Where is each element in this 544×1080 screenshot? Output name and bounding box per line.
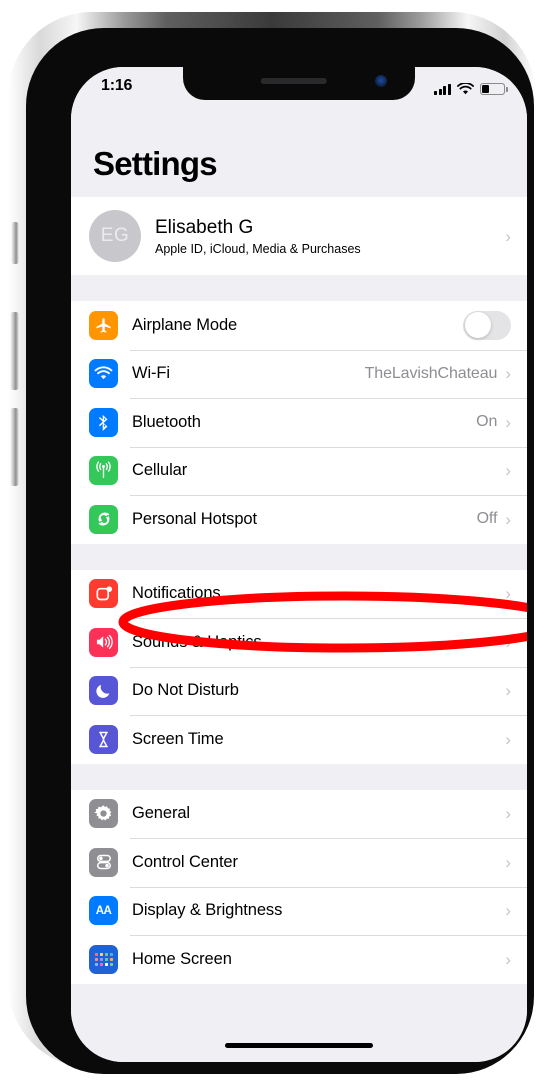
chevron-right-icon: › — [505, 632, 511, 652]
app-grid-icon — [89, 944, 118, 974]
account-text: Elisabeth G Apple ID, iCloud, Media & Pu… — [155, 216, 491, 256]
chevron-right-icon: › — [505, 729, 511, 749]
device-bezel: Settings EG Elisabeth G Apple ID, iCloud… — [26, 28, 534, 1074]
chevron-right-icon: › — [505, 901, 511, 921]
chevron-right-icon: › — [505, 461, 511, 481]
hourglass-icon — [89, 724, 118, 754]
front-camera-icon — [375, 75, 387, 87]
notifications-icon — [89, 579, 118, 609]
chevron-right-icon: › — [505, 584, 511, 604]
connectivity-group: Airplane Mode Wi-Fi TheLavishChateau › Bluet… — [71, 301, 527, 544]
cellular-icon — [89, 456, 118, 486]
apple-id-account-row[interactable]: EG Elisabeth G Apple ID, iCloud, Media &… — [71, 197, 527, 275]
account-group: EG Elisabeth G Apple ID, iCloud, Media &… — [71, 197, 527, 275]
airplane-mode-toggle[interactable] — [463, 310, 511, 340]
settings-scroll-view[interactable]: Settings EG Elisabeth G Apple ID, iCloud… — [71, 67, 527, 1062]
airplane-icon — [89, 310, 118, 340]
row-label: Screen Time — [132, 729, 224, 748]
section-gap — [71, 543, 527, 570]
row-value: Off — [476, 510, 498, 528]
row-value: TheLavishChateau — [364, 364, 498, 382]
row-label: Do Not Disturb — [132, 681, 239, 700]
earpiece-speaker — [260, 78, 327, 84]
row-value: On — [476, 413, 498, 431]
settings-row-bluetooth[interactable]: Bluetooth On › — [71, 398, 527, 447]
row-label: General — [132, 804, 191, 823]
hotspot-icon — [89, 504, 118, 534]
chevron-right-icon: › — [505, 226, 511, 246]
bluetooth-icon — [89, 407, 118, 437]
settings-row-home-screen[interactable]: Home Screen › — [71, 935, 527, 984]
row-label: Cellular — [132, 461, 188, 480]
row-label: Wi-Fi — [132, 364, 170, 383]
chevron-right-icon: › — [505, 804, 511, 824]
row-label: Bluetooth — [132, 412, 201, 431]
volume-down-button[interactable] — [10, 408, 19, 486]
sliders-icon — [89, 847, 118, 877]
settings-row-display-brightness[interactable]: AA Display & Brightness › — [71, 886, 527, 935]
settings-row-screen-time[interactable]: Screen Time › — [71, 715, 527, 764]
settings-row-airplane-mode[interactable]: Airplane Mode — [71, 301, 527, 350]
settings-row-general[interactable]: General › — [71, 789, 527, 838]
toggle-knob — [464, 312, 491, 339]
chevron-right-icon: › — [505, 852, 511, 872]
row-label: Sounds & Haptics — [132, 632, 262, 651]
alerts-group: Notifications › Sounds & Haptics › Do Not Di… — [71, 569, 527, 764]
chevron-right-icon: › — [505, 509, 511, 529]
moon-icon — [89, 676, 118, 706]
chevron-right-icon: › — [505, 681, 511, 701]
device-frame: Settings EG Elisabeth G Apple ID, iCloud… — [8, 12, 536, 1074]
system-group: General › Control Center › AA Display & Brigh… — [71, 789, 527, 984]
chevron-right-icon: › — [505, 949, 511, 969]
home-indicator[interactable] — [225, 1043, 373, 1048]
account-name: Elisabeth G — [155, 217, 254, 239]
wifi-icon — [89, 359, 118, 389]
volume-up-button[interactable] — [10, 312, 19, 390]
row-label: Personal Hotspot — [132, 509, 257, 528]
avatar: EG — [89, 210, 141, 262]
row-label: Home Screen — [132, 949, 232, 968]
notch — [183, 67, 415, 100]
row-label: Control Center — [132, 852, 238, 871]
settings-row-sounds-haptics[interactable]: Sounds & Haptics › — [71, 618, 527, 667]
settings-row-do-not-disturb[interactable]: Do Not Disturb › — [71, 666, 527, 715]
settings-row-control-center[interactable]: Control Center › — [71, 838, 527, 887]
row-label: Airplane Mode — [132, 315, 238, 334]
settings-row-personal-hotspot[interactable]: Personal Hotspot Off › — [71, 495, 527, 544]
silent-switch-button[interactable] — [11, 222, 19, 264]
section-gap — [71, 763, 527, 790]
speaker-icon — [89, 627, 118, 657]
settings-row-notifications[interactable]: Notifications › — [71, 569, 527, 618]
account-subtitle: Apple ID, iCloud, Media & Purchases — [155, 241, 361, 256]
chevron-right-icon: › — [505, 412, 511, 432]
settings-row-wi-fi[interactable]: Wi-Fi TheLavishChateau › — [71, 349, 527, 398]
settings-row-cellular[interactable]: Cellular › — [71, 446, 527, 495]
row-label: Notifications — [132, 584, 221, 603]
aa-text-icon: AA — [89, 896, 118, 926]
row-label: Display & Brightness — [132, 901, 283, 920]
section-gap — [71, 275, 527, 301]
chevron-right-icon: › — [505, 364, 511, 384]
gear-icon — [89, 799, 118, 829]
phone-screen: Settings EG Elisabeth G Apple ID, iCloud… — [71, 67, 527, 1062]
